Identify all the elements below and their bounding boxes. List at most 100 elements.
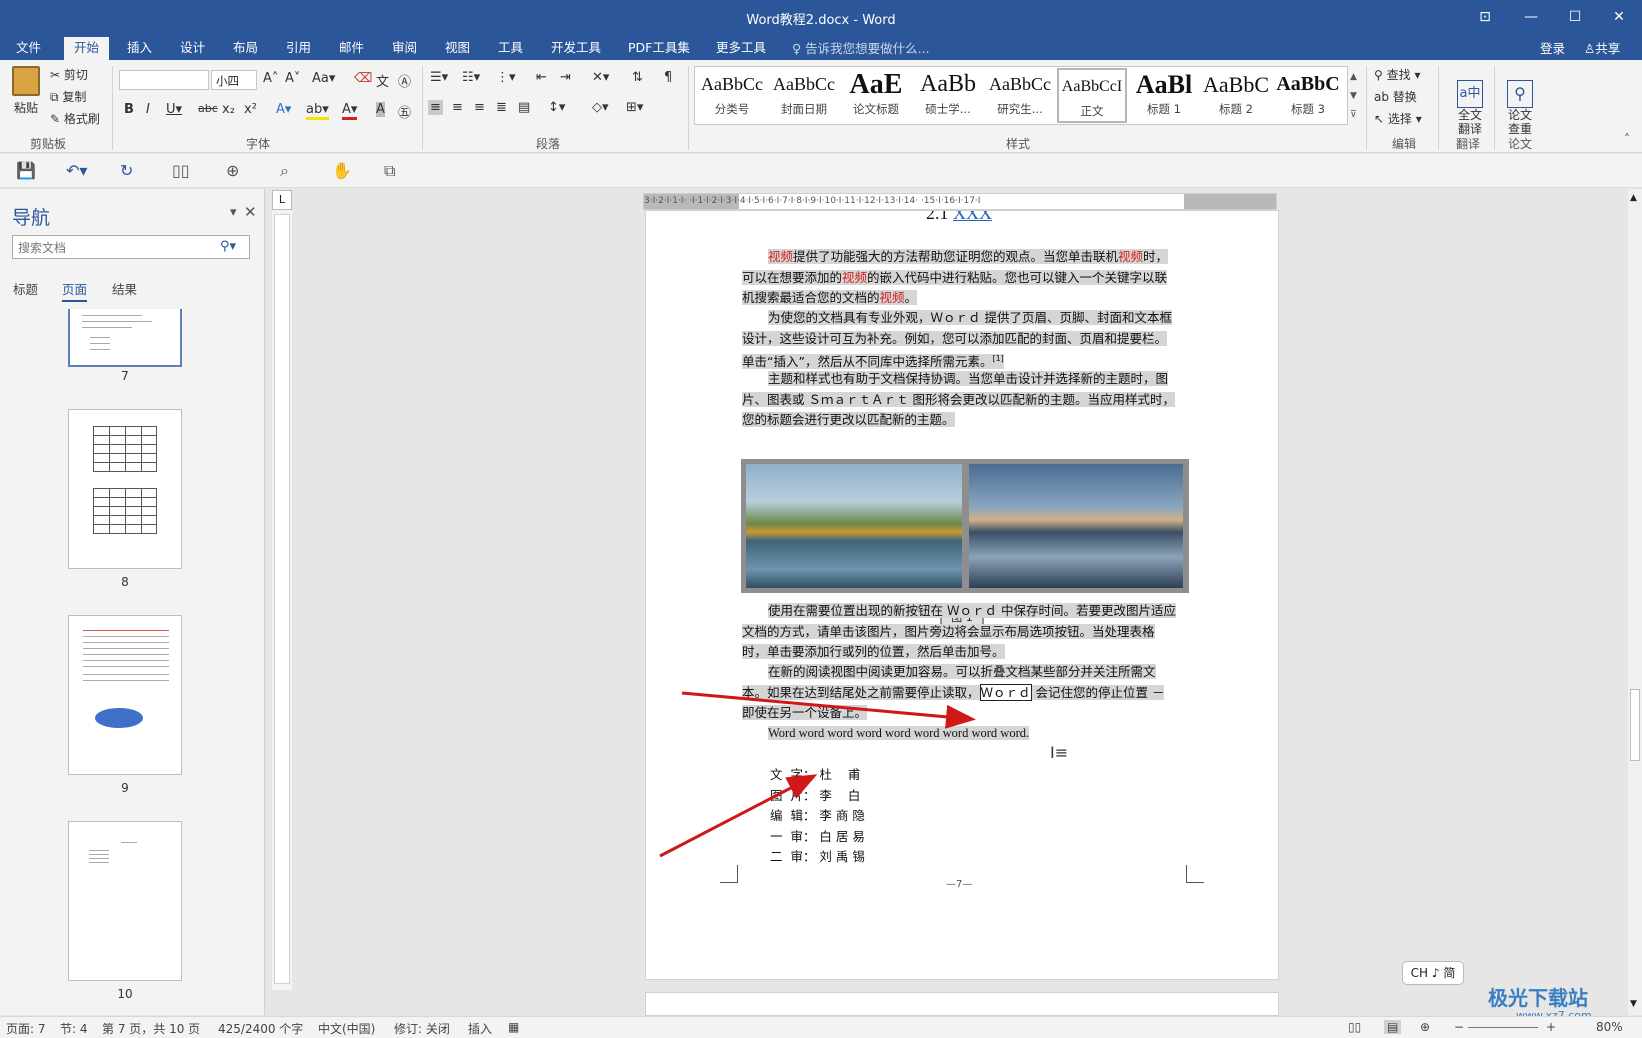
underline-icon[interactable]: U▾: [166, 102, 182, 117]
cut-button[interactable]: ✂ 剪切: [50, 66, 88, 83]
status-page-count[interactable]: 第 7 页，共 10 页: [102, 1020, 200, 1037]
shrink-font-icon[interactable]: A˅: [285, 71, 300, 86]
highlight-icon[interactable]: ab▾: [306, 102, 329, 120]
bold-icon[interactable]: B: [124, 102, 134, 117]
tab-review[interactable]: 审阅: [382, 37, 427, 60]
nav-tab-results[interactable]: 结果: [112, 279, 137, 298]
tab-more-tools[interactable]: 更多工具: [706, 37, 776, 60]
maximize-button[interactable]: ☐: [1552, 0, 1598, 34]
style-thesis-title[interactable]: AaE 论文标题: [841, 68, 911, 123]
style-master[interactable]: AaBb 硕士学...: [913, 68, 983, 123]
tab-pdf-tools[interactable]: PDF工具集: [618, 37, 700, 60]
share-button[interactable]: ♙共享: [1584, 38, 1620, 57]
scroll-up-icon[interactable]: ▲: [1630, 193, 1637, 203]
phonetic-guide-icon[interactable]: 文: [376, 71, 389, 90]
customize-qat-icon[interactable]: ⧉: [384, 161, 395, 181]
superscript-icon[interactable]: x²: [244, 102, 257, 117]
web-layout-view-icon[interactable]: ⊕: [1420, 1020, 1430, 1034]
bullets-icon[interactable]: ☰▾: [430, 70, 448, 85]
status-insert-mode[interactable]: 插入: [468, 1020, 492, 1037]
status-page[interactable]: 页面: 7: [6, 1020, 46, 1037]
collapse-ribbon-icon[interactable]: ˄: [1624, 132, 1630, 146]
subscript-icon[interactable]: x₂: [222, 102, 235, 117]
minimize-button[interactable]: —: [1508, 0, 1554, 34]
vertical-ruler-track[interactable]: [274, 214, 290, 984]
enclose-characters-icon[interactable]: ㊄: [398, 102, 411, 121]
tab-file[interactable]: 文件: [6, 37, 51, 60]
vertical-scrollbar[interactable]: ▲ ▼: [1628, 189, 1642, 1015]
copy-button[interactable]: ⧉ 复制: [50, 88, 86, 105]
font-name-combo[interactable]: [119, 70, 209, 90]
zoom-level[interactable]: 80%: [1596, 1020, 1623, 1034]
line-spacing-icon[interactable]: ↕▾: [548, 100, 565, 115]
macro-record-icon[interactable]: ▦: [508, 1020, 519, 1034]
web-layout-icon[interactable]: ⊕: [226, 161, 239, 180]
style-normal[interactable]: AaBbCcI 正文: [1057, 68, 1127, 123]
document-page[interactable]: 2.1 XXX 视频提供了功能强大的方法帮助您证明您的观点。当您单击联机视频时，…: [645, 210, 1279, 980]
gallery-scroll-controls[interactable]: ▲ ▼ ⊽: [1350, 68, 1357, 125]
tab-design[interactable]: 设计: [170, 37, 215, 60]
font-color-icon[interactable]: A▾: [342, 102, 358, 120]
multilevel-list-icon[interactable]: ⋮▾: [496, 70, 516, 85]
next-page[interactable]: [645, 992, 1279, 1016]
paste-button[interactable]: 粘贴: [8, 66, 44, 116]
justify-icon[interactable]: ≣: [496, 100, 507, 115]
print-preview-icon[interactable]: ⌕: [280, 161, 289, 181]
nav-search-input[interactable]: 搜索文档: [12, 235, 250, 259]
nav-tab-pages[interactable]: 页面: [62, 279, 88, 302]
status-section[interactable]: 节: 4: [60, 1020, 88, 1037]
zoom-in-icon[interactable]: +: [1546, 1020, 1556, 1034]
horizontal-ruler[interactable]: 3·I·2·I·1·I· ·I·1·I·2·I·3·I·4·I·5·I·6·I·…: [643, 193, 1277, 210]
tab-mailings[interactable]: 邮件: [329, 37, 374, 60]
tell-me-box[interactable]: ♀ 告诉我您想要做什么...: [792, 38, 930, 57]
show-marks-icon[interactable]: ¶: [664, 70, 672, 85]
redo-icon[interactable]: ↻: [120, 161, 133, 180]
search-icon[interactable]: ⚲▾: [220, 239, 236, 254]
tab-view[interactable]: 视图: [435, 37, 480, 60]
nav-options-icon[interactable]: ▾: [230, 205, 237, 220]
style-graduate[interactable]: AaBbCc 研究生...: [985, 68, 1055, 123]
page-thumbnail[interactable]: [68, 615, 182, 775]
style-cover-date[interactable]: AaBbCc 封面日期: [769, 68, 839, 123]
read-mode-view-icon[interactable]: ▯▯: [1348, 1020, 1361, 1034]
tab-layout[interactable]: 布局: [223, 37, 268, 60]
borders-icon[interactable]: ⊞▾: [626, 100, 643, 115]
tab-developer[interactable]: 开发工具: [541, 37, 611, 60]
align-left-icon[interactable]: ≡: [428, 100, 443, 115]
zoom-slider[interactable]: [1468, 1027, 1538, 1028]
italic-icon[interactable]: I: [146, 102, 150, 117]
tab-home[interactable]: 开始: [64, 37, 110, 60]
style-heading-1[interactable]: AaBl 标题 1: [1129, 68, 1199, 123]
chinese-layout-icon[interactable]: ✕▾: [592, 70, 609, 85]
style-heading-3[interactable]: AaBbC 标题 3: [1273, 68, 1343, 123]
nav-tab-headings[interactable]: 标题: [13, 279, 38, 298]
increase-indent-icon[interactable]: ⇥: [560, 70, 571, 85]
sort-icon[interactable]: ⇅: [632, 70, 643, 85]
status-word-count[interactable]: 425/2400 个字: [218, 1020, 303, 1037]
format-painter-button[interactable]: ✎ 格式刷: [50, 110, 100, 127]
change-case-icon[interactable]: Aa▾: [312, 71, 335, 86]
undo-icon[interactable]: ↶▾: [66, 161, 87, 180]
scroll-down-icon[interactable]: ▼: [1630, 999, 1637, 1009]
style-category-number[interactable]: AaBbCc 分类号: [697, 68, 767, 123]
replace-button[interactable]: ab 替换: [1374, 88, 1417, 105]
decrease-indent-icon[interactable]: ⇤: [536, 70, 547, 85]
page-thumbnail[interactable]: [68, 821, 182, 981]
status-language[interactable]: 中文(中国): [318, 1020, 375, 1037]
character-shading-icon[interactable]: A: [376, 102, 385, 117]
tab-tools[interactable]: 工具: [488, 37, 533, 60]
ime-indicator[interactable]: CH ♪ 简: [1402, 961, 1464, 985]
find-button[interactable]: ⚲ 查找 ▾: [1374, 66, 1420, 83]
sign-in-link[interactable]: 登录: [1540, 38, 1565, 57]
page-thumbnail[interactable]: [68, 409, 182, 569]
align-center-icon[interactable]: ≡: [452, 100, 463, 115]
shading-icon[interactable]: ◇▾: [592, 100, 609, 115]
align-right-icon[interactable]: ≡: [474, 100, 485, 115]
tab-insert[interactable]: 插入: [117, 37, 162, 60]
zoom-out-icon[interactable]: −: [1454, 1020, 1464, 1034]
character-border-icon[interactable]: Ⓐ: [398, 71, 411, 90]
read-mode-icon[interactable]: ▯▯: [172, 161, 190, 180]
save-icon[interactable]: 💾: [16, 161, 36, 180]
tab-references[interactable]: 引用: [276, 37, 321, 60]
select-button[interactable]: ↖ 选择 ▾: [1374, 110, 1422, 127]
